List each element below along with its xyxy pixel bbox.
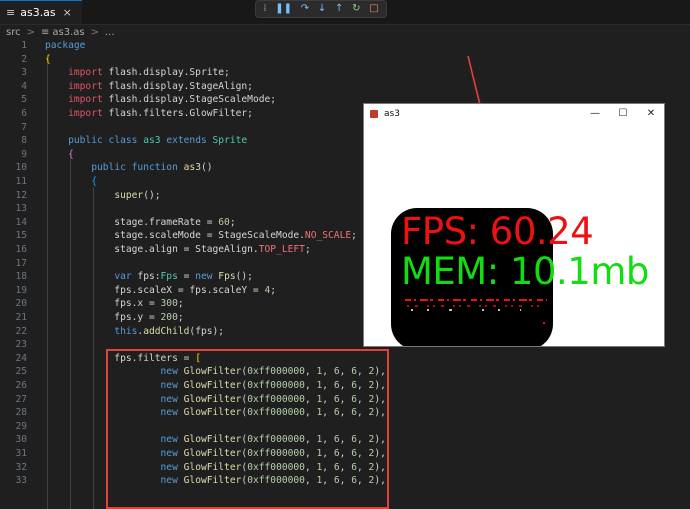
maximize-button[interactable]: ☐ [610, 104, 636, 124]
flash-stage[interactable]: FPS: 60.24 MEM: 10.1mb [364, 124, 664, 346]
minimize-button[interactable]: — [582, 104, 608, 124]
flash-app-icon [370, 110, 378, 118]
close-button[interactable]: ✕ [638, 104, 664, 124]
fps-readout: FPS: 60.24 [401, 210, 594, 253]
fps-graph [405, 299, 547, 324]
window-titlebar[interactable]: as3 — ☐ ✕ [364, 104, 664, 124]
flash-player-window[interactable]: as3 — ☐ ✕ FPS: 60.24 MEM: 10.1mb [363, 103, 665, 347]
window-title: as3 [384, 109, 400, 119]
mem-readout: MEM: 10.1mb [401, 250, 649, 293]
